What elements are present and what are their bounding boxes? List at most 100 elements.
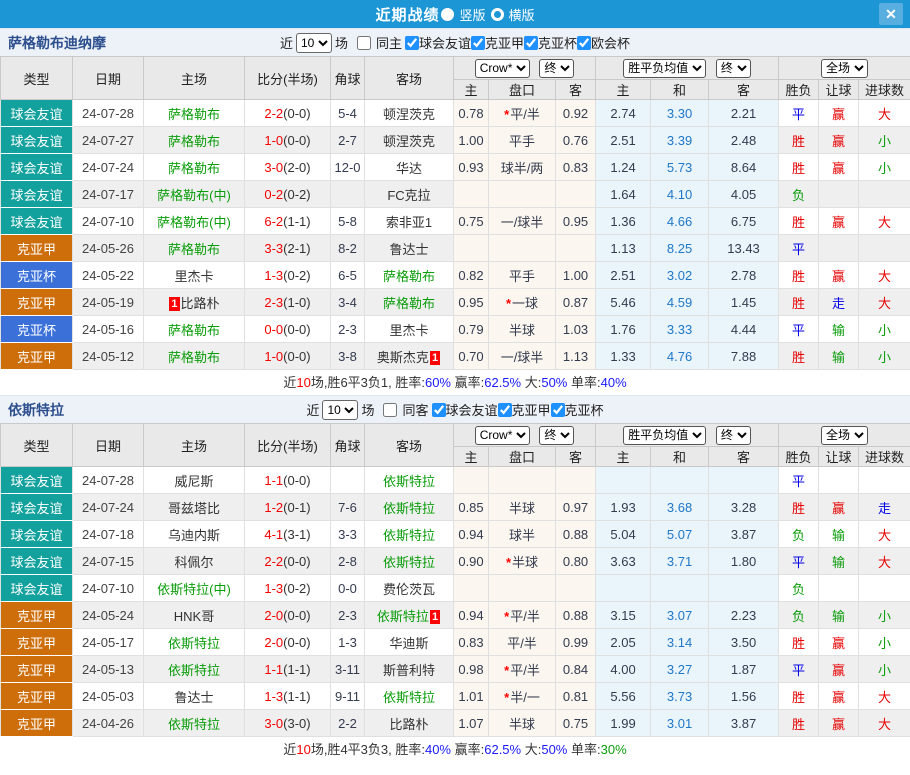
fulltime-score: 2-2 xyxy=(264,106,283,121)
vertical-radio-selected-icon[interactable] xyxy=(441,8,454,21)
league-filter[interactable]: 克亚杯 xyxy=(551,400,604,419)
scope-select[interactable]: 全场 xyxy=(821,426,868,445)
fulltime-score: 2-0 xyxy=(264,608,283,623)
handicap-result: 输 xyxy=(819,343,859,370)
fulltime-score: 3-3 xyxy=(264,241,283,256)
odds-source-select[interactable]: Crow* xyxy=(475,59,530,78)
league-checkbox[interactable] xyxy=(524,36,538,50)
handicap-result: 输 xyxy=(819,521,859,548)
asian-home-odds: 0.95 xyxy=(454,289,489,316)
scope-select[interactable]: 全场 xyxy=(821,59,868,78)
horizontal-option-label[interactable]: 横版 xyxy=(509,5,535,24)
asian-away-odds: 0.95 xyxy=(556,208,596,235)
league-badge: 克亚甲 xyxy=(1,656,73,683)
subcol-asian-home: 主 xyxy=(454,80,489,100)
team-name: 依斯特拉 xyxy=(8,400,64,420)
winloss-result: 负 xyxy=(779,575,819,602)
handicap-text: 一球 xyxy=(512,296,538,311)
match-row: 球会友谊24-07-10萨格勒布(中)6-2(1-1)5-8索非亚10.75一/… xyxy=(1,208,910,235)
league-checkbox[interactable] xyxy=(551,403,565,417)
league-filter[interactable]: 克亚甲 xyxy=(471,33,524,52)
league-filter[interactable]: 克亚甲 xyxy=(498,400,551,419)
close-button[interactable]: ✕ xyxy=(879,3,903,25)
winloss-result: 胜 xyxy=(779,494,819,521)
handicap-text: 半球 xyxy=(512,555,538,570)
score-cell: 6-2(1-1) xyxy=(245,208,331,235)
euro-home-odds: 1.99 xyxy=(596,710,651,737)
league-filter[interactable]: 球会友谊 xyxy=(432,400,498,419)
away-team-name: 依斯特拉 xyxy=(383,501,435,516)
league-badge: 克亚甲 xyxy=(1,343,73,370)
corner-cell: 2-8 xyxy=(331,548,365,575)
euro-away-odds: 2.48 xyxy=(709,127,779,154)
same-venue-checkbox[interactable] xyxy=(383,403,397,417)
horizontal-radio-unselected-icon[interactable] xyxy=(491,8,504,21)
corner-cell: 3-11 xyxy=(331,656,365,683)
match-count-select[interactable]: 10 xyxy=(296,33,332,53)
europe-avg-select[interactable]: 胜平负均值 xyxy=(623,59,706,78)
final-europe-select[interactable]: 终 xyxy=(716,426,751,445)
goals-result xyxy=(859,575,910,602)
league-checkbox[interactable] xyxy=(432,403,446,417)
euro-draw-odds: 4.76 xyxy=(651,343,709,370)
league-checkbox[interactable] xyxy=(471,36,485,50)
handicap-result: 赢 xyxy=(819,127,859,154)
match-date: 24-05-13 xyxy=(73,656,144,683)
halftime-score: (3-0) xyxy=(283,716,310,731)
home-team-cell: 乌迪内斯 xyxy=(144,521,245,548)
halftime-score: (1-1) xyxy=(283,662,310,677)
halftime-score: (0-0) xyxy=(283,554,310,569)
odds-source-select[interactable]: Crow* xyxy=(475,426,530,445)
euro-home-odds: 1.64 xyxy=(596,181,651,208)
match-date: 24-05-22 xyxy=(73,262,144,289)
euro-away-odds: 6.75 xyxy=(709,208,779,235)
vertical-option-label[interactable]: 竖版 xyxy=(459,5,485,24)
goals-result: 大 xyxy=(859,548,910,575)
league-checkbox[interactable] xyxy=(577,36,591,50)
league-filter[interactable]: 克亚杯 xyxy=(524,33,577,52)
euro-away-odds: 1.45 xyxy=(709,289,779,316)
corner-cell: 2-7 xyxy=(331,127,365,154)
league-checkbox[interactable] xyxy=(498,403,512,417)
handicap-result xyxy=(819,181,859,208)
away-team-cell: 比路朴 xyxy=(365,710,454,737)
final-odds-select[interactable]: 终 xyxy=(539,426,574,445)
match-date: 24-07-15 xyxy=(73,548,144,575)
euro-home-odds: 1.93 xyxy=(596,494,651,521)
goals-result xyxy=(859,181,910,208)
home-team-name: 萨格勒布 xyxy=(168,107,220,122)
euro-home-odds xyxy=(596,575,651,602)
red-card-badge: 1 xyxy=(430,351,440,365)
home-team-cell: 依斯特拉(中) xyxy=(144,575,245,602)
league-filter[interactable]: 球会友谊 xyxy=(405,33,471,52)
home-team-name: 依斯特拉(中) xyxy=(157,582,231,597)
goals-result xyxy=(859,467,910,494)
corner-cell: 3-4 xyxy=(331,289,365,316)
final-odds-select[interactable]: 终 xyxy=(539,59,574,78)
score-cell: 3-0(3-0) xyxy=(245,710,331,737)
home-team-cell: 科佩尔 xyxy=(144,548,245,575)
euro-away-odds: 13.43 xyxy=(709,235,779,262)
asian-odds-group-header: Crow* 终 xyxy=(454,424,596,447)
league-filter-label: 欧会杯 xyxy=(591,33,630,52)
corner-cell: 3-3 xyxy=(331,521,365,548)
same-venue-checkbox[interactable] xyxy=(357,36,371,50)
europe-avg-select[interactable]: 胜平负均值 xyxy=(623,426,706,445)
halftime-score: (0-0) xyxy=(283,473,310,488)
final-europe-select[interactable]: 终 xyxy=(716,59,751,78)
score-cell: 0-0(0-0) xyxy=(245,316,331,343)
match-date: 24-07-28 xyxy=(73,100,144,127)
league-filter[interactable]: 欧会杯 xyxy=(577,33,630,52)
subcol-winloss: 胜负 xyxy=(779,447,819,467)
halftime-score: (1-1) xyxy=(283,689,310,704)
near-label: 近 xyxy=(280,33,293,52)
subcol-winloss: 胜负 xyxy=(779,80,819,100)
asian-home-odds: 0.90 xyxy=(454,548,489,575)
asian-away-odds: 0.75 xyxy=(556,710,596,737)
league-checkbox[interactable] xyxy=(405,36,419,50)
fulltime-score: 1-3 xyxy=(264,689,283,704)
home-team-cell: 萨格勒布 xyxy=(144,100,245,127)
match-count-select[interactable]: 10 xyxy=(322,400,358,420)
league-badge: 克亚甲 xyxy=(1,683,73,710)
asian-away-odds: 1.03 xyxy=(556,316,596,343)
